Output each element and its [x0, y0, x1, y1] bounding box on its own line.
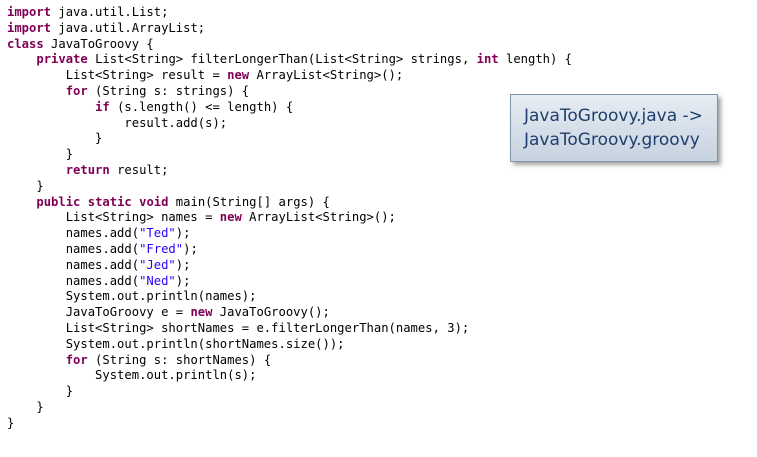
code-text: System.out.println(s);	[7, 368, 257, 383]
code-listing: import java.util.List; import java.util.A…	[7, 5, 572, 432]
code-text: main(String[] args) {	[168, 194, 330, 209]
code-text: (s.length() <= length) {	[109, 99, 294, 114]
code-keyword: return	[65, 162, 110, 177]
code-text: (String s: strings) {	[87, 83, 250, 98]
code-line: System.out.println(names);	[7, 289, 572, 305]
code-keyword: for	[65, 352, 88, 367]
code-line: }	[7, 400, 572, 416]
code-line: names.add("Jed");	[7, 258, 572, 274]
code-line: }	[7, 416, 572, 432]
code-line: System.out.println(s);	[7, 368, 572, 384]
code-text: );	[183, 241, 198, 256]
code-keyword: void	[139, 194, 169, 209]
code-text: }	[7, 131, 103, 146]
code-line: List<String> names = new ArrayList<Strin…	[7, 210, 572, 226]
code-keyword: private	[36, 52, 88, 67]
code-keyword: new	[190, 305, 213, 320]
code-line: List<String> shortNames = e.filterLonger…	[7, 321, 572, 337]
code-text: );	[175, 257, 191, 272]
code-line: if (s.length() <= length) {	[7, 100, 572, 116]
code-line: }	[7, 131, 572, 147]
code-line: }	[7, 147, 572, 163]
code-text: JavaToGroovy {	[43, 36, 154, 51]
code-text: }	[7, 415, 15, 430]
code-string-literal: "Ted"	[139, 226, 176, 241]
code-line: for (String s: strings) {	[7, 84, 572, 100]
code-text: result.add(s);	[7, 115, 228, 130]
slide: import java.util.List; import java.util.A…	[0, 0, 757, 457]
code-text: ArrayList<String>();	[241, 210, 396, 225]
code-text: List<String> filterLongerThan(List<Strin…	[87, 52, 477, 67]
code-line: List<String> result = new ArrayList<Stri…	[7, 68, 572, 84]
code-text: java.util.ArrayList;	[51, 20, 206, 35]
code-line: names.add("Ted");	[7, 226, 572, 242]
code-text: (String s: shortNames) {	[87, 352, 272, 367]
code-line: return result;	[7, 163, 572, 179]
code-keyword: new	[227, 68, 250, 83]
code-text: );	[175, 226, 191, 241]
code-line: import java.util.ArrayList;	[7, 21, 572, 37]
code-line: }	[7, 179, 572, 195]
code-line: names.add("Ned");	[7, 274, 572, 290]
code-keyword: import	[7, 20, 52, 35]
code-line: names.add("Fred");	[7, 242, 572, 258]
code-text: names.add(	[7, 273, 140, 288]
code-line: System.out.println(shortNames.size());	[7, 337, 572, 353]
code-keyword: import	[7, 5, 52, 19]
code-string-literal: "Ned"	[139, 273, 176, 288]
code-string-literal: "Fred"	[139, 241, 184, 256]
code-keyword: int	[476, 52, 499, 67]
code-keyword: if	[95, 99, 110, 114]
code-line: import java.util.List;	[7, 5, 572, 21]
code-text: List<String> names =	[7, 210, 220, 225]
code-text: ArrayList<String>();	[249, 68, 404, 83]
code-keyword: for	[65, 83, 88, 98]
code-text: }	[7, 384, 74, 399]
code-keyword: static	[87, 194, 132, 209]
code-string-literal: "Jed"	[139, 257, 176, 272]
code-line: class JavaToGroovy {	[7, 37, 572, 53]
code-line: JavaToGroovy e = new JavaToGroovy();	[7, 305, 572, 321]
code-keyword: new	[219, 210, 242, 225]
code-text: result;	[109, 162, 169, 177]
code-text: java.util.List;	[51, 5, 169, 19]
code-text: }	[7, 147, 74, 162]
code-text: );	[175, 273, 191, 288]
code-keyword: public	[36, 194, 81, 209]
code-text: List<String> shortNames = e.filterLonger…	[7, 320, 470, 335]
code-line: private List<String> filterLongerThan(Li…	[7, 52, 572, 68]
code-text: JavaToGroovy();	[212, 305, 330, 320]
code-text: }	[7, 399, 44, 414]
callout-line-source: JavaToGroovy.java ->	[524, 106, 703, 126]
callout-line-target: JavaToGroovy.groovy	[524, 130, 700, 150]
code-text: }	[7, 178, 44, 193]
code-line: for (String s: shortNames) {	[7, 353, 572, 369]
code-text: names.add(	[7, 257, 140, 272]
code-line: }	[7, 384, 572, 400]
code-text: names.add(	[7, 226, 140, 241]
code-text: names.add(	[7, 241, 140, 256]
code-line: result.add(s);	[7, 116, 572, 132]
conversion-callout-box: JavaToGroovy.java -> JavaToGroovy.groovy	[510, 94, 718, 162]
code-text: JavaToGroovy e =	[7, 305, 191, 320]
code-text: length) {	[498, 52, 573, 67]
code-line: public static void main(String[] args) {	[7, 195, 572, 211]
code-keyword: class	[7, 36, 44, 51]
code-text: System.out.println(names);	[7, 289, 257, 304]
code-text: List<String> result =	[7, 68, 228, 83]
code-text: System.out.println(shortNames.size());	[7, 336, 345, 351]
